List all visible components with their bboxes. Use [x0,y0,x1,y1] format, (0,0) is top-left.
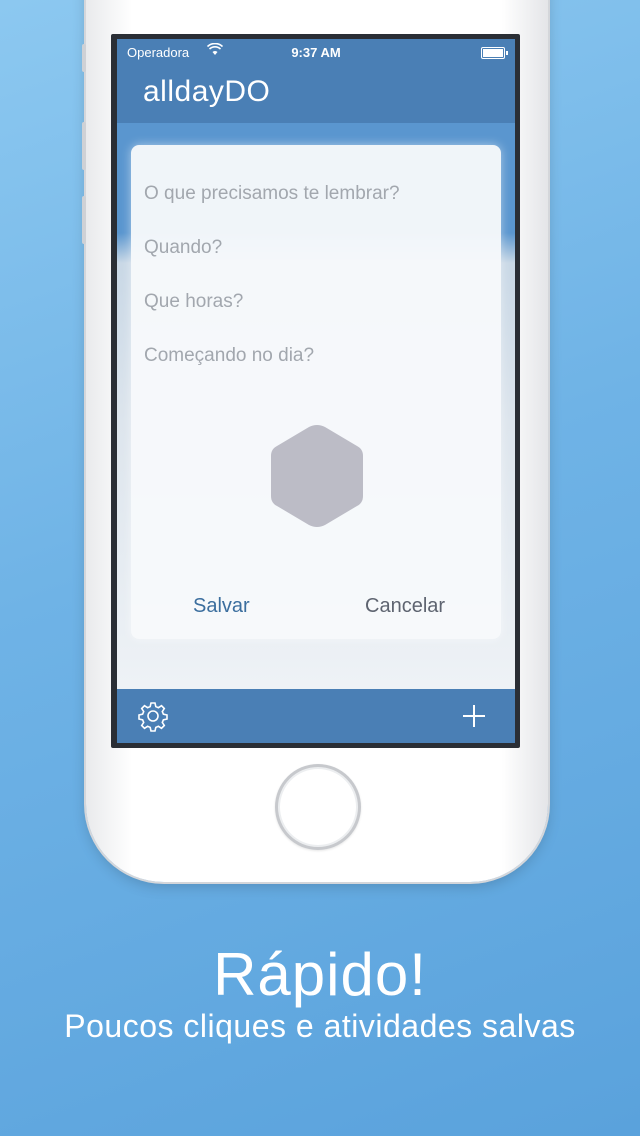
bottom-toolbar [117,689,515,743]
start-date-field[interactable]: Começando no dia? [144,345,484,367]
promo-headline: Rápido! [213,941,427,1008]
app-screen: Operadora 9:37 AM alldayDO O que precisa… [117,39,515,743]
when-field[interactable]: Quando? [144,237,484,259]
volume-up-button [82,122,86,170]
volume-down-button [82,196,86,244]
status-time: 9:37 AM [291,45,341,60]
save-button[interactable]: Salvar [193,595,250,618]
battery-icon [481,47,508,59]
plus-icon[interactable] [459,701,489,731]
promo-subline: Poucos cliques e atividades salvas [64,1008,576,1044]
status-bar: Operadora 9:37 AM [117,39,515,67]
reminder-field[interactable]: O que precisamos te lembrar? [144,183,484,205]
time-field[interactable]: Que horas? [144,291,484,313]
mute-switch [82,44,86,72]
hexagon-icon[interactable] [267,421,367,531]
home-button[interactable] [275,764,361,850]
nav-bar: alldayDO [117,67,515,123]
app-title: alldayDO [143,75,271,108]
cancel-button[interactable]: Cancelar [365,595,445,618]
gear-icon[interactable] [137,700,169,732]
new-activity-dialog: O que precisamos te lembrar? Quando? Que… [131,145,501,639]
